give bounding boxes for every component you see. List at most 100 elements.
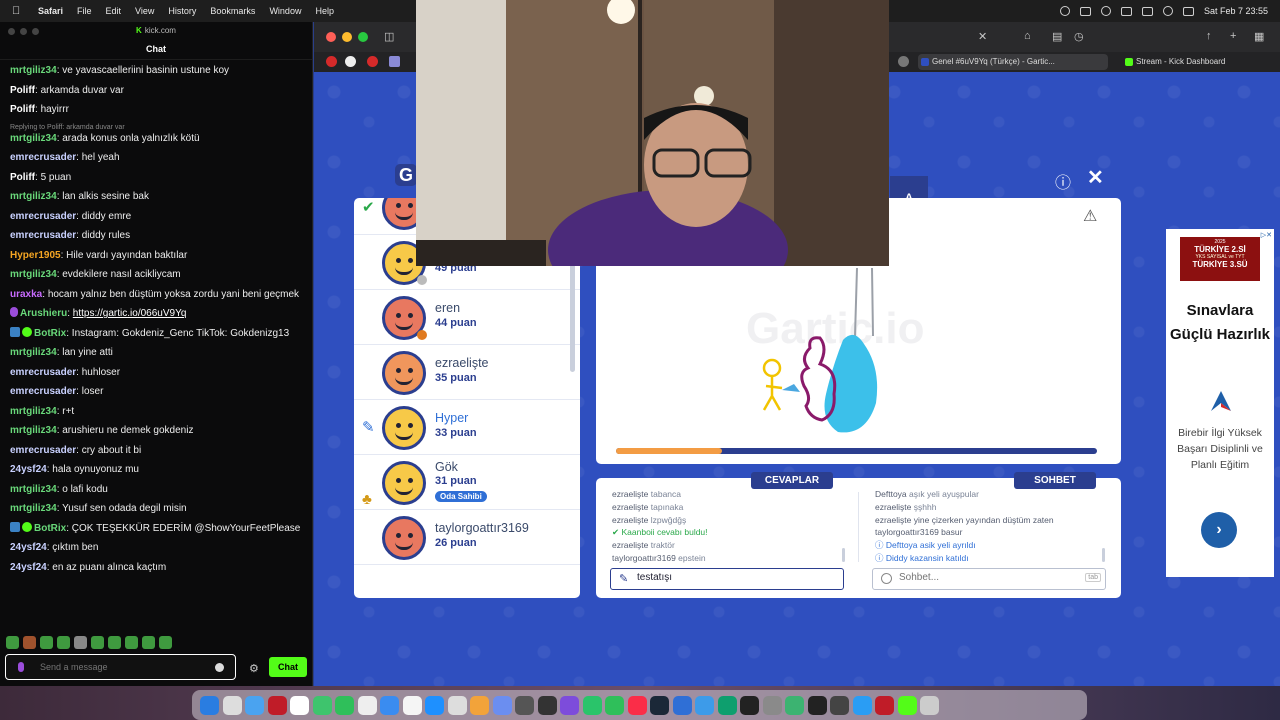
dock-app-icon[interactable] [560, 695, 579, 715]
tab-kick-dashboard[interactable]: Stream - Kick Dashboard [1122, 54, 1272, 70]
menu-edit[interactable]: Edit [106, 6, 122, 16]
chat-username[interactable]: 24ysf24 [10, 542, 47, 553]
dock-app-icon[interactable] [335, 695, 354, 715]
menubar-clock[interactable]: Sat Feb 7 23:55 [1204, 6, 1268, 16]
battery-icon[interactable] [1120, 6, 1132, 16]
menu-help[interactable]: Help [315, 6, 334, 16]
chat-message-input[interactable] [40, 662, 200, 672]
favorite-youtube-icon[interactable] [367, 56, 378, 67]
dock-app-icon[interactable] [920, 695, 939, 715]
emote-icon[interactable] [57, 636, 70, 649]
menu-history[interactable]: History [168, 6, 196, 16]
chat-username[interactable]: mrtgiliz34 [10, 406, 57, 417]
menu-app[interactable]: Safari [38, 6, 63, 16]
shield-icon[interactable]: ▤ [1052, 30, 1062, 43]
chat-username[interactable]: BotRix [34, 328, 66, 339]
chat-username[interactable]: 24ysf24 [10, 562, 47, 573]
emote-icon[interactable] [74, 636, 87, 649]
dock-app-icon[interactable] [222, 695, 242, 715]
ad-choices-icon[interactable]: ▷✕ [1261, 231, 1272, 239]
dock-app-icon[interactable] [200, 695, 219, 715]
dock-app-icon[interactable] [785, 695, 804, 715]
dock-app-icon[interactable] [852, 695, 872, 715]
emote-icon[interactable] [142, 636, 155, 649]
dock-app-icon[interactable] [740, 695, 759, 715]
emote-icon[interactable] [23, 636, 36, 649]
chat-username[interactable]: emrecrusader [10, 230, 76, 241]
dock-app-icon[interactable] [830, 695, 849, 715]
chat-message-list[interactable]: mrtgiliz34: ve yavascaelleriini basinin … [0, 60, 312, 574]
dock-app-icon[interactable] [312, 695, 332, 715]
chat-username[interactable]: uraxka [10, 289, 42, 300]
chat-username[interactable]: emrecrusader [10, 367, 76, 378]
minimize-dot[interactable] [20, 28, 27, 35]
favorite-youtube-icon[interactable] [326, 56, 337, 67]
chat-username[interactable]: Hyper1905 [10, 250, 61, 261]
bluetooth-icon[interactable] [1100, 6, 1111, 16]
mic-icon[interactable] [18, 662, 24, 672]
favorite-bookmark-icon[interactable] [389, 56, 400, 67]
dock-app-icon[interactable] [717, 695, 737, 715]
ad-banner[interactable]: ▷✕ 2025 TÜRKİYE 2.Sİ YKS SAYISAL ve TYT … [1166, 229, 1274, 577]
chat-username[interactable]: Poliff [10, 172, 35, 183]
dock-app-icon[interactable] [537, 695, 557, 715]
chat-url-bar[interactable]: Kkick.com [0, 22, 312, 40]
gartic-logo-icon[interactable]: G [395, 164, 417, 186]
dock-app-icon[interactable] [627, 695, 647, 715]
emote-icon[interactable] [40, 636, 53, 649]
chat-username[interactable]: Poliff [10, 104, 35, 115]
dock-app-icon[interactable] [605, 695, 624, 715]
dock-app-icon[interactable] [807, 695, 827, 715]
tabgroup-icon[interactable]: ✕ [978, 30, 987, 43]
reply-context[interactable]: Replying to Poliff: arkamda duvar var [10, 123, 302, 132]
close-button[interactable] [326, 32, 336, 42]
game-chat-input-box[interactable]: tab [872, 568, 1106, 590]
tab-overview-icon[interactable]: ▦ [1254, 30, 1264, 43]
dock-app-icon[interactable] [267, 695, 287, 715]
dock-app-icon[interactable] [762, 695, 782, 715]
answer-input-box[interactable]: ✎ [610, 568, 844, 590]
chat-username[interactable]: mrtgiliz34 [10, 484, 57, 495]
zoom-dot[interactable] [32, 28, 39, 35]
dock-app-icon[interactable] [492, 695, 512, 715]
tab-audio-icon[interactable] [898, 56, 909, 67]
chat-username[interactable]: mrtgiliz34 [10, 425, 57, 436]
chat-send-button[interactable]: Chat [269, 657, 307, 677]
emote-icon[interactable] [108, 636, 121, 649]
play-icon[interactable] [1059, 6, 1070, 16]
emoji-icon[interactable] [215, 663, 224, 672]
player-row[interactable]: ezraelişte 35 puan [354, 345, 580, 400]
player-row[interactable]: ✎ Hyper 33 puan [354, 400, 580, 455]
new-tab-icon[interactable]: + [1230, 30, 1236, 42]
chat-username[interactable]: mrtgiliz34 [10, 191, 57, 202]
zoom-button[interactable] [358, 32, 368, 42]
player-row[interactable]: taylorgoattır3169 26 puan [354, 510, 580, 565]
chat-username[interactable]: mrtgiliz34 [10, 65, 57, 76]
answers-list[interactable]: ezraelişte tabanca ezraelişte tapınaka ezr… [612, 488, 708, 565]
minimize-button[interactable] [342, 32, 352, 42]
chat-username[interactable]: Arushieru [20, 308, 67, 319]
chat-username[interactable]: 24ysf24 [10, 464, 47, 475]
info-icon[interactable]: ⓘ [1055, 169, 1071, 193]
chat-username[interactable]: BotRix [34, 523, 66, 534]
dock-app-icon[interactable] [425, 695, 444, 715]
gear-icon[interactable]: ⚙ [249, 662, 259, 675]
player-row[interactable]: eren 44 puan [354, 290, 580, 345]
chat-input-box[interactable] [5, 654, 236, 680]
dock-app-icon[interactable] [470, 695, 489, 715]
dock-app-icon[interactable] [695, 695, 714, 715]
close-dot[interactable] [8, 28, 15, 35]
favorite-google-icon[interactable] [345, 56, 356, 67]
chat-username[interactable]: mrtgiliz34 [10, 133, 57, 144]
sidebar-icon[interactable]: ◫ [384, 30, 394, 43]
chat-username[interactable]: emrecrusader [10, 211, 76, 222]
chat-username[interactable]: mrtgiliz34 [10, 347, 57, 358]
chat-username[interactable]: mrtgiliz34 [10, 269, 57, 280]
chat-username[interactable]: Poliff [10, 85, 35, 96]
search-icon[interactable] [1162, 6, 1173, 16]
dock-app-icon[interactable] [290, 695, 309, 715]
menu-window[interactable]: Window [269, 6, 301, 16]
tab-gartic[interactable]: Genel #6uV9Yq (Türkçe) - Gartic... [918, 54, 1108, 70]
game-chat-scrollbar[interactable] [1102, 548, 1105, 562]
dock-app-icon[interactable] [515, 695, 534, 715]
